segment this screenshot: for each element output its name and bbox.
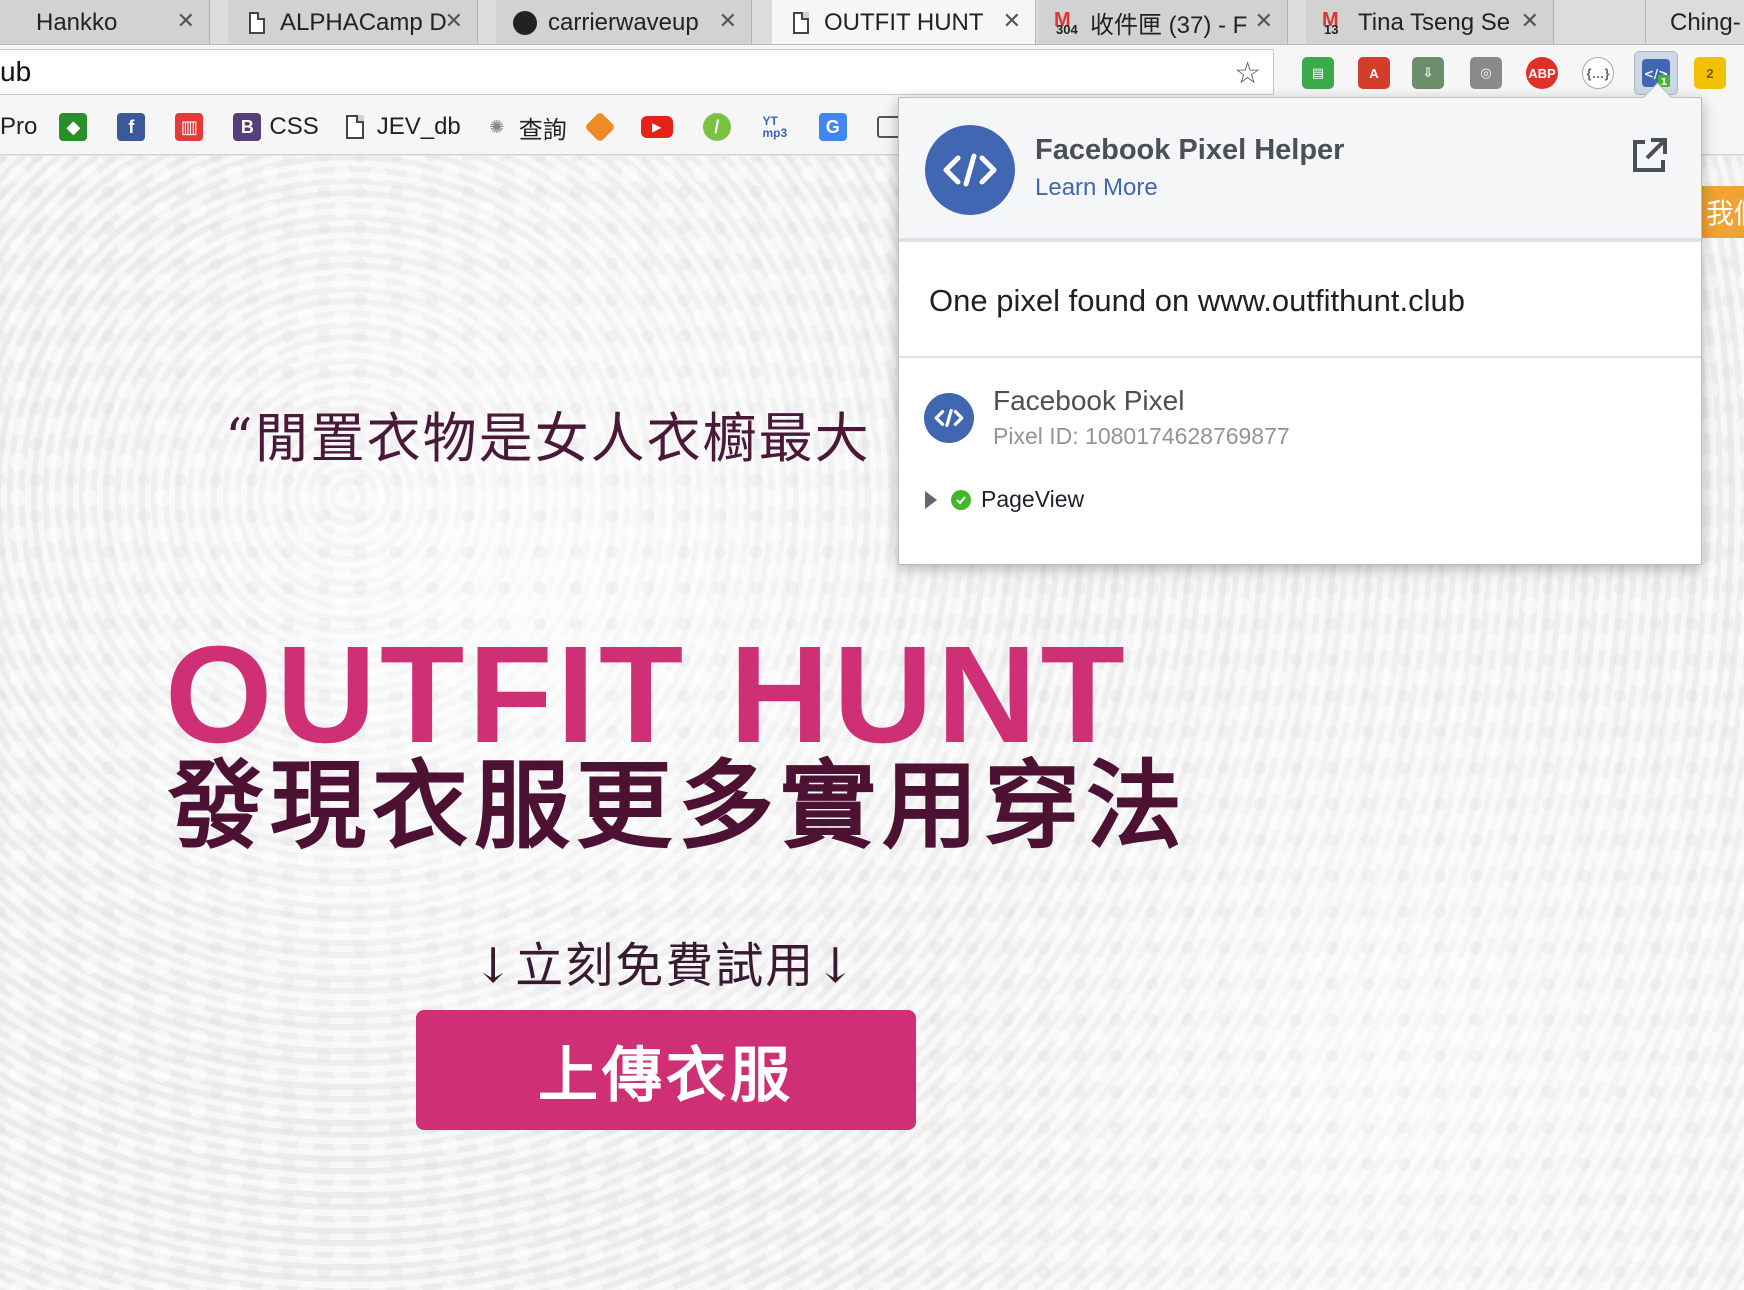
bookmark-green-leaf[interactable]: / [702,113,739,141]
bookmark-ytmp3[interactable]: YT mp3 [761,113,797,141]
gmail-icon: M 13 [1322,8,1339,37]
pdf-extension-icon[interactable]: A [1358,57,1390,89]
tab-carrierwave[interactable]: carrierwaveup ✕ [496,0,752,44]
bookmark-css[interactable]: B CSS [233,113,319,141]
profile-button[interactable]: Ching- [1654,0,1744,44]
new-tab-button[interactable] [1580,0,1646,44]
tab-alphacamp[interactable]: ALPHACamp D ✕ [228,0,478,44]
pixel-helper-popup: Facebook Pixel Helper Learn More One pix… [898,97,1702,565]
close-icon[interactable]: ✕ [1003,8,1021,34]
bookmark-trello[interactable]: ▥ [175,113,211,141]
document-icon [788,10,814,36]
document-icon [341,113,369,141]
pageview-event-row[interactable]: PageView [925,486,1084,513]
pixel-name: Facebook Pixel [993,385,1185,416]
popup-title: Facebook Pixel Helper [1035,134,1345,166]
google-translate-icon: G [818,113,847,141]
bookmark-label: 查詢 [518,116,567,144]
drive-icon [0,10,26,36]
facebook-icon: f [117,113,146,141]
gmail-icon: M 304 [1054,8,1078,37]
bookmark-label: JEV_db [376,113,461,140]
close-icon[interactable]: ✕ [1255,8,1273,34]
bookmark-orange-diamond[interactable] [584,111,619,143]
popup-header: Facebook Pixel Helper Learn More [899,98,1701,242]
bookmark-label: Pro [0,113,38,140]
ytmp3-icon: YT mp3 [762,114,788,140]
event-name: PageView [981,486,1085,512]
close-icon[interactable]: ✕ [719,8,737,34]
browser-toolbar: ub ☆ ▤ A ⇩ ◎ ABP {…} </> 1 2 [0,45,1744,100]
pixel-id: Pixel ID: 1080174628769877 [993,423,1290,449]
pixel-summary: One pixel found on www.outfithunt.club [899,246,1701,358]
address-url: ub [0,56,32,87]
upload-clothes-button[interactable]: 上傳衣服 [416,1010,916,1130]
hero-quote: “閒置衣物是女人衣櫥最大 [225,407,871,470]
learn-more-link[interactable]: Learn More [1035,174,1158,202]
github-icon [512,10,538,36]
tab-strip: Hankko ✕ ALPHACamp D ✕ carrierwaveup ✕ O… [0,0,1744,45]
green-leaf-icon: / [702,113,731,141]
bookmark-pro[interactable]: Pro [0,113,37,141]
address-bar[interactable]: ub ☆ [0,49,1274,95]
tab-gmail-inbox[interactable]: M 304 收件匣 (37) - F ✕ [1038,0,1288,44]
bookmark-facebook[interactable]: f [117,113,153,141]
tab-hankko[interactable]: Hankko ✕ [0,0,210,44]
open-external-icon[interactable] [1629,136,1669,176]
trello-icon: ▥ [175,113,204,141]
orange-diamond-icon [584,111,616,143]
hero-subtitle: 發現衣服更多實用穿法 [168,750,1188,862]
expand-triangle-icon[interactable] [925,490,937,509]
bookmark-google-translate[interactable]: G [818,113,855,141]
document-icon [244,10,270,36]
bookmark-star-icon[interactable]: ☆ [1234,56,1261,91]
print-extension-icon[interactable]: ▤ [1302,57,1334,89]
green-cube-icon: ◆ [59,113,88,141]
screenshot-extension-icon[interactable]: ⇩ [1412,57,1444,89]
cta-note: ↓立刻免費試用↓ [473,938,858,994]
success-check-icon [951,489,971,510]
bookmark-jev-db[interactable]: JEV_db [341,113,461,141]
bookmark-query[interactable]: ✺ 查詢 [483,110,567,145]
tab-outfit-hunt[interactable]: OUTFIT HUNT ✕ [772,0,1036,44]
adblock-icon[interactable]: ABP [1526,57,1558,89]
close-icon[interactable]: ✕ [1521,8,1539,34]
mask-extension-icon[interactable]: ◎ [1470,57,1502,89]
pixel-helper-logo-icon [925,125,1015,215]
close-icon[interactable]: ✕ [445,8,463,34]
tab-gmail-tina[interactable]: M 13 Tina Tseng Se ✕ [1306,0,1554,44]
bookmark-youtube[interactable]: ▶ [640,116,681,138]
tag-extension-icon[interactable]: 2 [1694,57,1726,89]
bookmark-green-cube[interactable]: ◆ [59,113,95,141]
profile-name: Ching- [1670,8,1741,36]
youtube-icon: ▶ [640,116,673,138]
pixel-code-icon [924,393,974,443]
sparkle-icon: ✺ [489,116,505,137]
bootstrap-icon: B [233,113,262,141]
hero-title: OUTFIT HUNT [165,618,1129,772]
side-tab[interactable]: 我們 [1702,186,1744,238]
bookmark-label: CSS [269,113,319,140]
json-extension-icon[interactable]: {…} [1582,57,1614,89]
close-icon[interactable]: ✕ [177,8,195,34]
